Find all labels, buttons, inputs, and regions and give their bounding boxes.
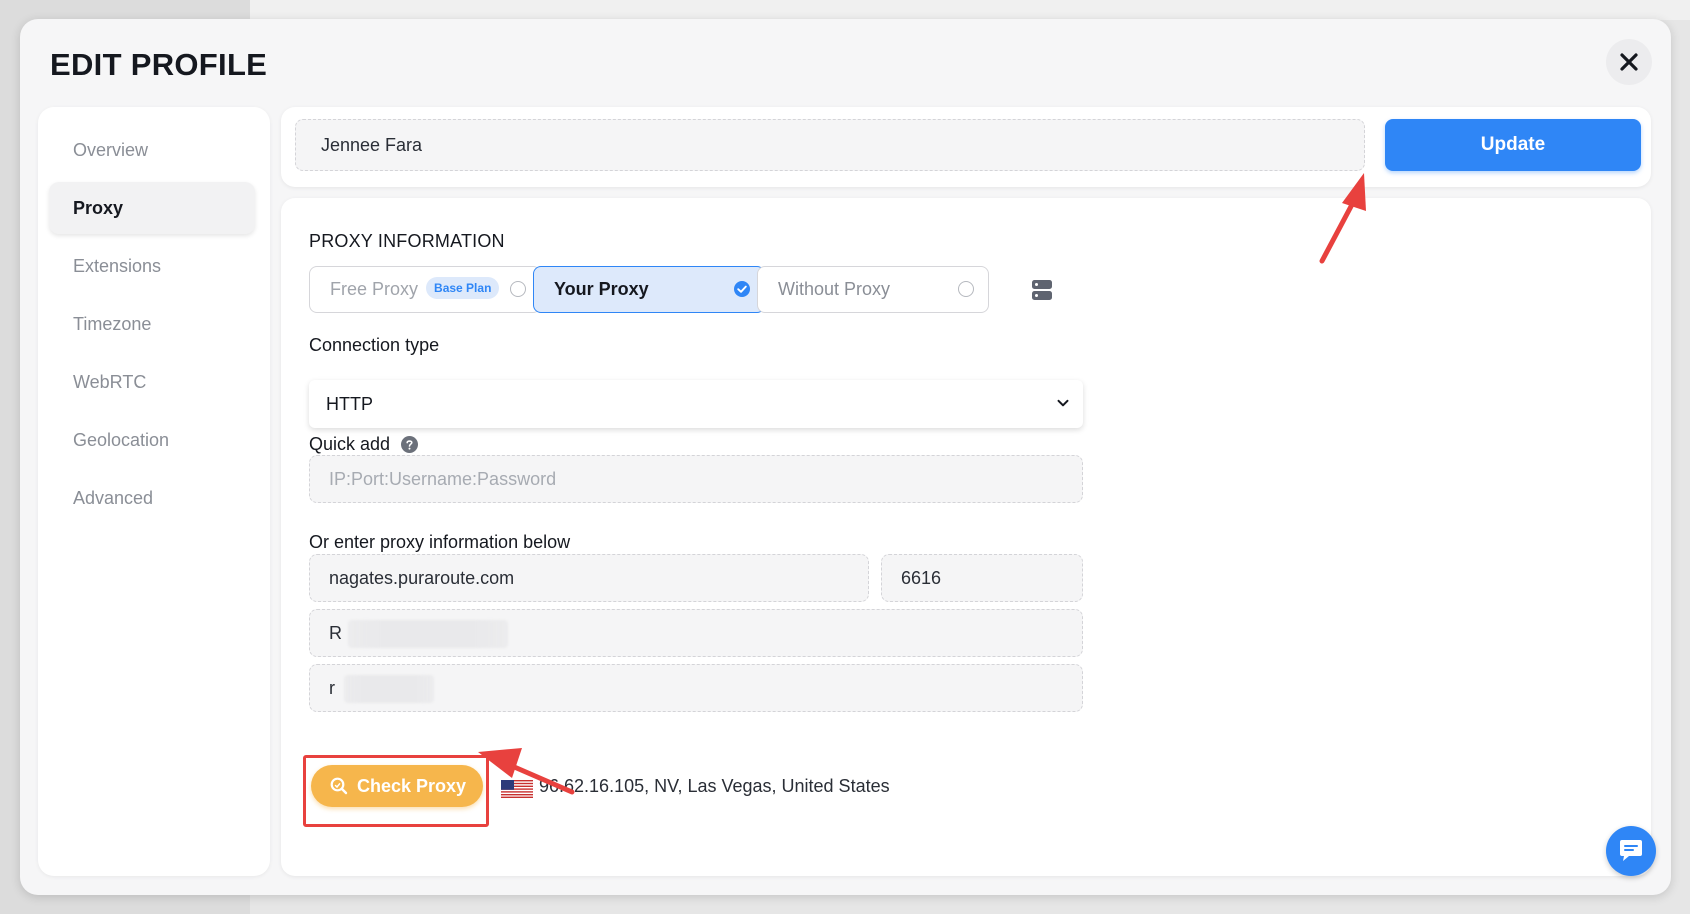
proxy-option-without-label: Without Proxy: [778, 279, 891, 299]
proxy-port-input[interactable]: 6616: [881, 554, 1083, 602]
modal-title: EDIT PROFILE: [50, 47, 268, 82]
proxy-option-without[interactable]: Without Proxy: [757, 266, 989, 313]
profile-name-card: Jennee Fara Update: [281, 107, 1651, 187]
redaction-blur: [344, 675, 434, 703]
base-plan-badge: Base Plan: [426, 277, 500, 300]
chat-support-button[interactable]: [1606, 826, 1656, 876]
sidebar-item-webrtc[interactable]: WebRTC: [49, 356, 255, 408]
radio-your[interactable]: [734, 281, 750, 297]
help-icon[interactable]: [401, 436, 419, 453]
radio-without[interactable]: [958, 281, 974, 297]
proxy-username-value: R: [329, 623, 342, 643]
backdrop-top: [250, 0, 1690, 20]
sidebar-item-geolocation[interactable]: Geolocation: [49, 414, 255, 466]
close-icon: [1620, 53, 1638, 71]
proxy-option-your[interactable]: Your Proxy: [533, 266, 765, 313]
quick-add-label: Quick add: [309, 433, 419, 455]
annotation-arrow-left: [478, 748, 575, 795]
quick-add-input[interactable]: IP:Port:Username:Password: [309, 455, 1083, 503]
sidebar-item-advanced[interactable]: Advanced: [49, 472, 255, 524]
quick-add-label-text: Quick add: [309, 434, 391, 454]
sidebar-item-proxy[interactable]: Proxy: [49, 182, 255, 234]
update-button[interactable]: Update: [1385, 119, 1641, 171]
proxy-password-value: r: [329, 678, 335, 698]
edit-profile-modal: EDIT PROFILE Overview Proxy Extensions T…: [20, 19, 1671, 895]
proxy-password-input[interactable]: r: [309, 664, 1083, 712]
chevron-down-icon: [1057, 399, 1069, 407]
sidebar: Overview Proxy Extensions Timezone WebRT…: [38, 107, 270, 876]
annotation-arrow-up: [1319, 173, 1366, 264]
section-title: PROXY INFORMATION: [309, 231, 505, 251]
sidebar-item-timezone[interactable]: Timezone: [49, 298, 255, 350]
proxy-username-input[interactable]: R: [309, 609, 1083, 657]
proxy-option-free[interactable]: Free Proxy Base Plan: [309, 266, 541, 313]
radio-free[interactable]: [510, 281, 526, 297]
connection-type-value: HTTP: [326, 394, 373, 414]
proxy-option-free-label: Free Proxy: [330, 279, 419, 299]
connection-type-select[interactable]: HTTP: [309, 380, 1083, 428]
check-proxy-label: Check Proxy: [357, 776, 467, 796]
sidebar-item-extensions[interactable]: Extensions: [49, 240, 255, 292]
proxy-check-result: 96.62.16.105, NV, Las Vegas, United Stat…: [539, 776, 890, 796]
proxy-option-your-label: Your Proxy: [554, 279, 649, 299]
chat-icon: [1620, 840, 1642, 861]
server-list-icon[interactable]: [1030, 278, 1054, 302]
proxy-host-input[interactable]: nagates.puraroute.com: [309, 554, 869, 602]
search-icon: [330, 777, 348, 795]
profile-name-input[interactable]: Jennee Fara: [295, 119, 1365, 171]
sidebar-item-overview[interactable]: Overview: [49, 124, 255, 176]
connection-type-label: Connection type: [309, 335, 440, 355]
manual-entry-label: Or enter proxy information below: [309, 532, 571, 552]
redaction-blur: [348, 620, 508, 648]
check-icon: [737, 285, 747, 293]
close-button[interactable]: [1606, 39, 1652, 85]
check-proxy-button[interactable]: Check Proxy: [311, 765, 483, 807]
